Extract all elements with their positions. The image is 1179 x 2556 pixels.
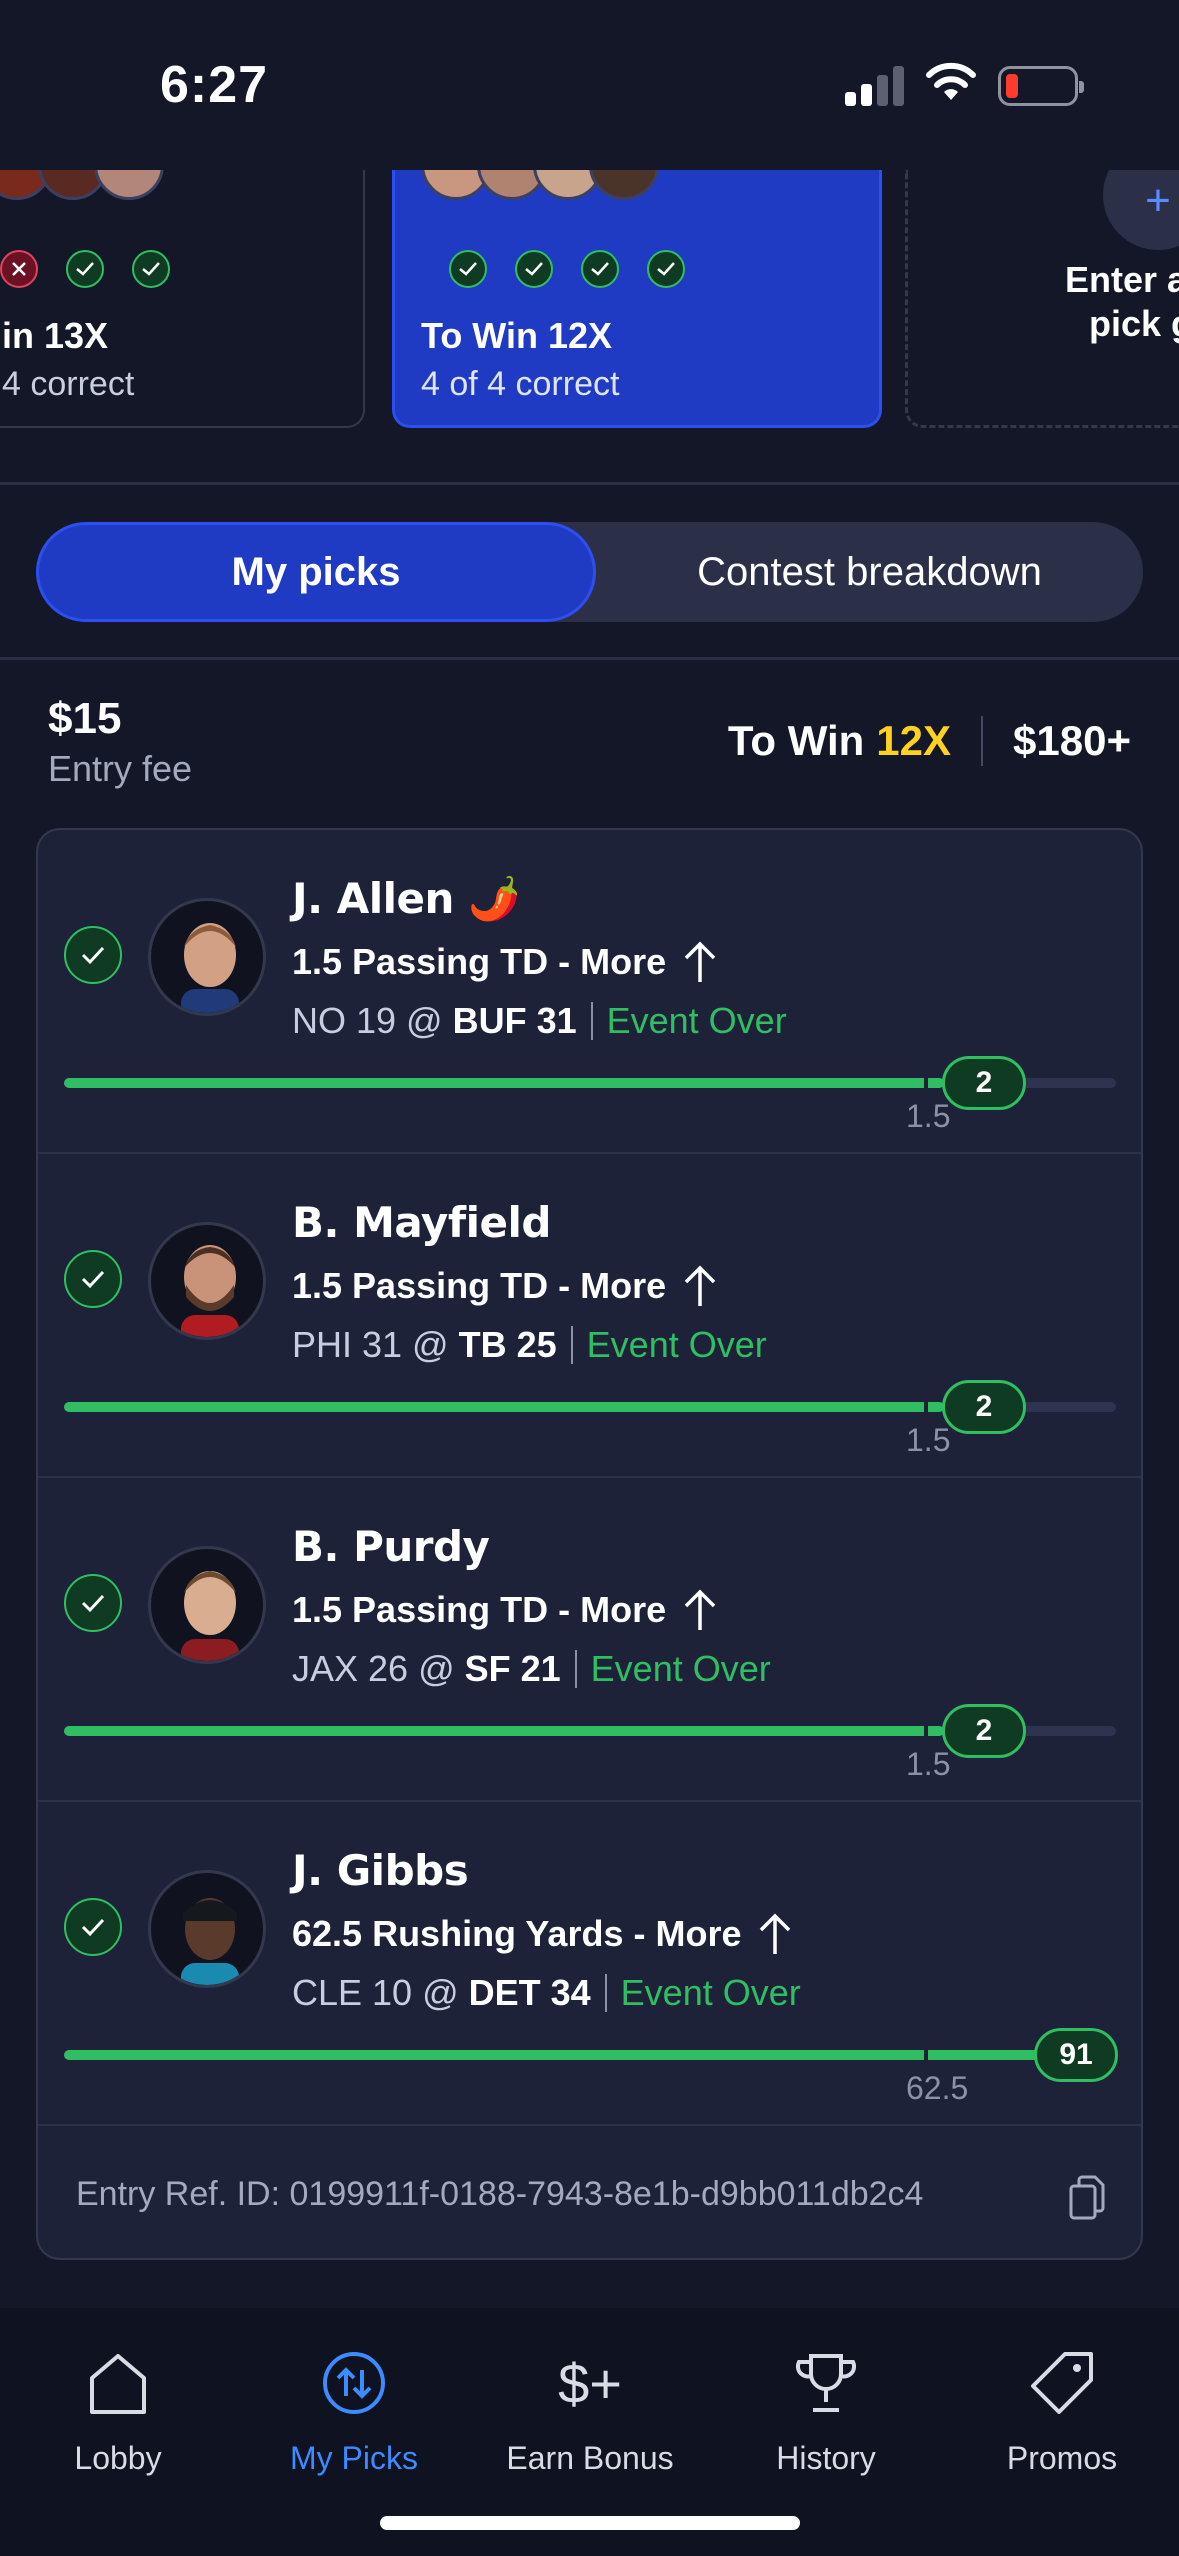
- player-avatars: [421, 170, 659, 200]
- result-value: 91: [1034, 2028, 1118, 2082]
- check-icon: [449, 250, 487, 288]
- status-time: 6:27: [160, 56, 269, 114]
- arrow-up-icon: [760, 1913, 791, 1954]
- result-value: 2: [942, 1704, 1026, 1758]
- player-avatars: [0, 170, 164, 200]
- pick-line: 1.5 Passing TD - More: [292, 1588, 720, 1632]
- result-icons: [0, 250, 170, 288]
- player-avatar: [148, 898, 266, 1016]
- pick-line: 1.5 Passing TD - More: [292, 1264, 720, 1308]
- line-value: 1.5: [906, 1098, 951, 1134]
- check-icon: [515, 250, 553, 288]
- game-score: NO 19 @ BUF 31 Event Over: [292, 1000, 787, 1041]
- pick-row[interactable]: B. Purdy 1.5 Passing TD - More JAX 26 @ S…: [38, 1478, 1141, 1802]
- divider: [0, 482, 1179, 485]
- separator: [981, 716, 984, 766]
- pick-row[interactable]: J. Allen 🌶️ 1.5 Passing TD - More NO 19 …: [38, 830, 1141, 1154]
- progress-bar: 2 1.5: [64, 1380, 1116, 1458]
- to-win-summary: To Win 12X $180+: [728, 716, 1131, 766]
- entries-carousel[interactable]: in 13X 4 correct To Win 12X 4 of 4 corre…: [0, 170, 1179, 430]
- plus-icon[interactable]: +: [1103, 170, 1179, 250]
- nav-promos[interactable]: Promos: [944, 2338, 1179, 2477]
- arrow-up-icon: [684, 1265, 716, 1306]
- pick-row[interactable]: J. Gibbs 62.5 Rushing Yards - More CLE 1…: [38, 1802, 1141, 2126]
- pick-line: 1.5 Passing TD - More: [292, 940, 720, 984]
- home-icon: [90, 2354, 146, 2414]
- cellular-signal-icon: [845, 62, 905, 106]
- event-status: Event Over: [606, 1000, 787, 1041]
- entry-fee-label: Entry fee: [48, 748, 193, 789]
- progress-bar: 91 62.5: [64, 2028, 1118, 2106]
- status-bar: 6:27: [0, 0, 1179, 170]
- tag-icon: [1031, 2352, 1093, 2414]
- entry-card-selected[interactable]: To Win 12X 4 of 4 correct: [392, 170, 882, 428]
- trophy-icon: [795, 2354, 857, 2412]
- player-name: J. Gibbs: [292, 1846, 469, 1895]
- nav-history[interactable]: History: [708, 2338, 944, 2477]
- chili-icon: 🌶️: [468, 874, 520, 923]
- nav-lobby[interactable]: Lobby: [0, 2338, 236, 2477]
- player-name: B. Purdy: [292, 1522, 490, 1571]
- enter-new-entry-card[interactable]: + Enter and pick gr: [905, 170, 1179, 428]
- earn-bonus-icon: $+: [558, 2351, 622, 2415]
- entry-card-subtitle: 4 of 4 correct: [421, 365, 620, 403]
- entry-card-title: To Win 12X: [421, 315, 613, 356]
- player-name: J. Allen 🌶️: [292, 874, 520, 923]
- divider: [0, 657, 1179, 660]
- to-win-label: To Win: [727, 717, 865, 764]
- event-status: Event Over: [620, 1972, 801, 2013]
- check-icon: [66, 250, 104, 288]
- payout-amount: $180+: [1013, 717, 1131, 764]
- entry-card[interactable]: in 13X 4 correct: [0, 170, 365, 428]
- my-picks-icon: [323, 2352, 385, 2414]
- pick-row[interactable]: B. Mayfield 1.5 Passing TD - More PHI 31…: [38, 1154, 1141, 1478]
- entry-card-subtitle: 4 correct: [2, 365, 135, 403]
- game-score: JAX 26 @ SF 21 Event Over: [292, 1648, 771, 1689]
- progress-bar: 2 1.5: [64, 1704, 1116, 1782]
- player-avatar: [148, 1222, 266, 1340]
- arrow-up-icon: [684, 1589, 716, 1630]
- progress-bar: 2 1.5: [64, 1056, 1116, 1134]
- line-value: 1.5: [906, 1746, 951, 1782]
- check-icon: [64, 1574, 122, 1632]
- line-value: 1.5: [906, 1422, 951, 1458]
- check-icon: [64, 926, 122, 984]
- player-avatar: [148, 1870, 266, 1988]
- enter-entry-text: Enter and pick gr: [1064, 259, 1179, 344]
- arrow-up-icon: [684, 941, 716, 982]
- pick-line: 62.5 Rushing Yards - More: [292, 1912, 795, 1956]
- check-icon: [581, 250, 619, 288]
- tab-contest-breakdown[interactable]: Contest breakdown: [596, 522, 1143, 622]
- copy-icon[interactable]: [1067, 2174, 1107, 2222]
- player-avatar: [148, 1546, 266, 1664]
- home-indicator: [380, 2516, 800, 2530]
- event-status: Event Over: [590, 1648, 771, 1689]
- tab-my-picks[interactable]: My picks: [36, 522, 596, 622]
- check-icon: [64, 1250, 122, 1308]
- result-icons: [449, 250, 685, 288]
- entry-fee-amount: $15: [48, 694, 122, 743]
- entry-ref-id: Entry Ref. ID: 0199911f-0188-7943-8e1b-d…: [38, 2126, 1141, 2258]
- x-icon: [0, 250, 38, 288]
- check-icon: [132, 250, 170, 288]
- nav-earn-bonus[interactable]: $+ Earn Bonus: [472, 2338, 708, 2477]
- check-icon: [64, 1898, 122, 1956]
- multiplier: 12X: [876, 717, 952, 764]
- result-value: 2: [942, 1380, 1026, 1434]
- battery-icon: [998, 66, 1084, 106]
- result-value: 2: [942, 1056, 1026, 1110]
- check-icon: [647, 250, 685, 288]
- wifi-icon: [926, 62, 976, 100]
- event-status: Event Over: [586, 1324, 767, 1365]
- game-score: PHI 31 @ TB 25 Event Over: [292, 1324, 767, 1365]
- line-value: 62.5: [906, 2070, 969, 2106]
- nav-my-picks[interactable]: My Picks: [236, 2338, 472, 2477]
- avatar: [589, 170, 659, 200]
- player-name: B. Mayfield: [292, 1198, 551, 1247]
- game-score: CLE 10 @ DET 34 Event Over: [292, 1972, 801, 2013]
- picks-tabs: My picks Contest breakdown: [36, 522, 1143, 622]
- avatar: [94, 170, 164, 200]
- picks-list: J. Allen 🌶️ 1.5 Passing TD - More NO 19 …: [36, 828, 1143, 2260]
- entry-card-title: in 13X: [2, 315, 109, 356]
